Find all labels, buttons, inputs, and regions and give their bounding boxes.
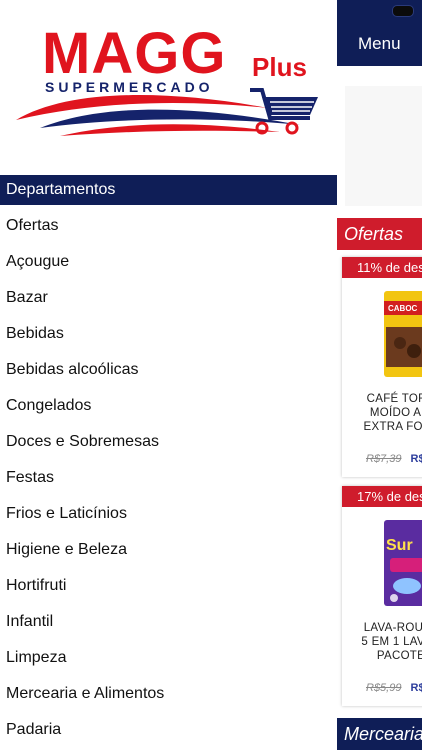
old-price: R$7,39 (366, 453, 402, 465)
logo-tagline-text: SUPERMERCADO (45, 79, 214, 95)
discount-badge: 17% de des (342, 486, 422, 507)
menu-button[interactable]: Menu (358, 34, 401, 54)
logo-graphic: MAGG Plus SUPERMERCADO (16, 21, 318, 136)
department-acougue[interactable]: Açougue (0, 244, 337, 280)
product-name-line-1: CAFÉ TORR (366, 393, 422, 405)
product-name-line-3: PACOTE (376, 650, 422, 662)
department-festas[interactable]: Festas (0, 460, 337, 496)
new-price: R$ (410, 453, 422, 465)
logo-brand-text: MAGG (42, 21, 226, 86)
svg-text:CABOC: CABOC (388, 304, 418, 313)
department-limpeza[interactable]: Limpeza (0, 640, 337, 676)
top-bar: Menu (337, 0, 422, 66)
product-card[interactable]: 11% de des CABOC CAFÉ TORR MOÍDO A V EXT… (342, 257, 422, 477)
department-frios-e-laticinios[interactable]: Frios e Laticínios (0, 496, 337, 532)
product-name: CAFÉ TORR MOÍDO A V EXTRA FORT (342, 392, 422, 434)
product-name: LAVA-ROUPA 5 EM 1 LAVAN PACOTE (342, 621, 422, 663)
product-name-line-2: MOÍDO A V (369, 407, 422, 419)
department-ofertas[interactable]: Ofertas (0, 208, 337, 244)
svg-text:Sur: Sur (386, 537, 413, 554)
department-congelados[interactable]: Congelados (0, 388, 337, 424)
old-price: R$5,99 (366, 682, 402, 694)
departments-header: Departamentos (0, 175, 337, 205)
detergent-package-image: Sur (384, 520, 422, 606)
logo-red-swoosh-2 (60, 124, 280, 136)
coffee-package-image: CABOC (384, 291, 422, 377)
department-higiene-e-beleza[interactable]: Higiene e Beleza (0, 532, 337, 568)
main-content: Menu Ofertas 11% de des CABOC CAFÉ TORR … (337, 0, 422, 750)
product-name-line-2: 5 EM 1 LAVAN (361, 636, 422, 648)
logo-plus-text: Plus (252, 52, 307, 82)
departments-list: Ofertas Açougue Bazar Bebidas Bebidas al… (0, 208, 337, 748)
department-padaria[interactable]: Padaria (0, 712, 337, 748)
product-name-line-3: EXTRA FORT (363, 421, 422, 433)
department-bazar[interactable]: Bazar (0, 280, 337, 316)
navigation-drawer: MAGG Plus SUPERMERCADO Departamentos Ofe… (0, 0, 337, 750)
product-card[interactable]: 17% de des Sur LAVA-ROUPA 5 EM 1 LAVAN P… (342, 486, 422, 706)
discount-badge: 11% de des (342, 257, 422, 278)
section-title-ofertas[interactable]: Ofertas (337, 218, 422, 250)
department-doces-e-sobremesas[interactable]: Doces e Sobremesas (0, 424, 337, 460)
department-bebidas[interactable]: Bebidas (0, 316, 337, 352)
department-hortifruti[interactable]: Hortifruti (0, 568, 337, 604)
department-mercearia-e-alimentos[interactable]: Mercearia e Alimentos (0, 676, 337, 712)
department-infantil[interactable]: Infantil (0, 604, 337, 640)
department-bebidas-alcoolicas[interactable]: Bebidas alcoólicas (0, 352, 337, 388)
status-indicator (392, 5, 414, 17)
new-price: R$ (410, 682, 422, 694)
cart-icon (250, 88, 318, 135)
store-logo: MAGG Plus SUPERMERCADO (0, 0, 337, 175)
product-name-line-1: LAVA-ROUPA (363, 622, 422, 634)
price-row: R$7,39 R$ (366, 453, 422, 465)
promo-banner[interactable] (345, 86, 422, 206)
price-row: R$5,99 R$ (366, 682, 422, 694)
section-title-mercearia[interactable]: Mercearia (337, 718, 422, 750)
